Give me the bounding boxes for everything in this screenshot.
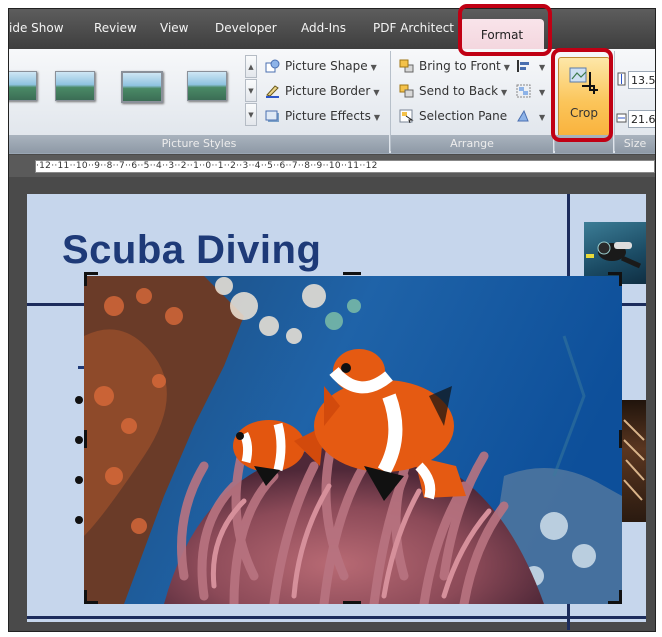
clownfish-picture[interactable] <box>84 276 622 604</box>
picture-border-icon <box>266 84 279 98</box>
tab-slide-show[interactable]: ide Show <box>9 21 64 35</box>
rotate-button[interactable]: ▼ <box>516 106 545 126</box>
send-to-back-button[interactable]: Send to Back ▼ <box>399 81 507 101</box>
bullet-point <box>75 516 83 524</box>
shape-height-icon <box>617 72 626 86</box>
crop-handle-bottom-right[interactable] <box>619 590 622 604</box>
arrange-group-label: Arrange <box>391 135 553 153</box>
slide-divider-line <box>27 616 646 619</box>
picture-shape-label: Picture Shape <box>285 59 368 73</box>
tab-add-ins[interactable]: Add-Ins <box>301 21 346 35</box>
picture-effects-button[interactable]: Picture Effects ▼ <box>265 106 380 126</box>
format-tab-highlight <box>458 4 552 56</box>
selection-pane-icon <box>399 109 414 123</box>
crop-handle-top-left[interactable] <box>84 272 87 286</box>
gallery-more-button[interactable]: ▼ <box>245 103 257 126</box>
group-objects-button[interactable]: ▼ <box>516 81 545 101</box>
bring-to-front-label: Bring to Front <box>419 59 501 73</box>
gallery-down-button[interactable]: ▼ <box>245 79 257 102</box>
gallery-up-button[interactable]: ▲ <box>245 55 257 78</box>
group-objects-icon <box>516 84 531 97</box>
crop-handle-bottom[interactable] <box>343 601 361 604</box>
clownfish-anemone-image <box>84 276 622 604</box>
shape-width-icon <box>616 113 627 123</box>
slide-title[interactable]: Scuba Diving <box>62 228 321 273</box>
bullet-point <box>75 396 83 404</box>
picture-styles-group-label: Picture Styles <box>9 135 389 153</box>
ruler-scale[interactable]: ·12··11··10··9··8··7··6··5··4··3··2··1··… <box>35 160 655 173</box>
size-group-label: Size <box>615 135 655 153</box>
selection-pane-label: Selection Pane <box>419 109 508 123</box>
bring-to-front-button[interactable]: Bring to Front ▼ <box>399 56 510 76</box>
picture-styles-gallery-scroll: ▲ ▼ ▼ <box>245 55 257 127</box>
align-button[interactable]: ▼ <box>516 56 545 76</box>
tab-view[interactable]: View <box>160 21 188 35</box>
picture-border-label: Picture Border <box>285 84 371 98</box>
picture-style-thumbnail[interactable] <box>187 71 227 101</box>
send-to-back-label: Send to Back <box>419 84 499 98</box>
align-icon <box>517 59 529 72</box>
picture-shape-icon <box>265 59 280 72</box>
picture-effects-label: Picture Effects <box>285 109 371 123</box>
crop-handle-top-right[interactable] <box>619 272 622 286</box>
shape-width-field[interactable]: 21.6 <box>628 110 655 128</box>
tab-developer[interactable]: Developer <box>215 21 277 35</box>
picture-style-thumbnail[interactable] <box>121 71 163 103</box>
rotate-icon <box>517 109 529 121</box>
horizontal-ruler: ·12··11··10··9··8··7··6··5··4··3··2··1··… <box>9 155 655 177</box>
selection-pane-button[interactable]: Selection Pane <box>399 106 507 126</box>
tab-pdf-architect[interactable]: PDF Architect <box>373 21 454 35</box>
bullet-point <box>75 476 83 484</box>
crop-handle-top[interactable] <box>343 272 361 275</box>
send-to-back-icon <box>399 84 414 97</box>
crop-handle-left[interactable] <box>84 430 87 448</box>
picture-style-thumbnail[interactable] <box>9 71 37 101</box>
crop-handle-bottom-left[interactable] <box>84 590 87 604</box>
picture-shape-button[interactable]: Picture Shape ▼ <box>265 56 377 76</box>
crop-button-highlight <box>551 48 613 142</box>
crop-handle-right[interactable] <box>619 430 622 448</box>
lionfish-picture[interactable] <box>622 400 646 522</box>
tab-review[interactable]: Review <box>94 21 137 35</box>
bring-to-front-icon <box>399 59 414 72</box>
shape-height-field[interactable]: 13.5 <box>628 71 655 89</box>
picture-border-button[interactable]: Picture Border ▼ <box>265 81 379 101</box>
picture-style-thumbnail[interactable] <box>55 71 95 101</box>
picture-effects-icon <box>265 110 279 122</box>
lionfish-illustration <box>623 419 645 501</box>
bullet-point <box>75 436 83 444</box>
ribbon-tab-strip: ide Show Review View Developer Add-Ins P… <box>9 9 655 50</box>
